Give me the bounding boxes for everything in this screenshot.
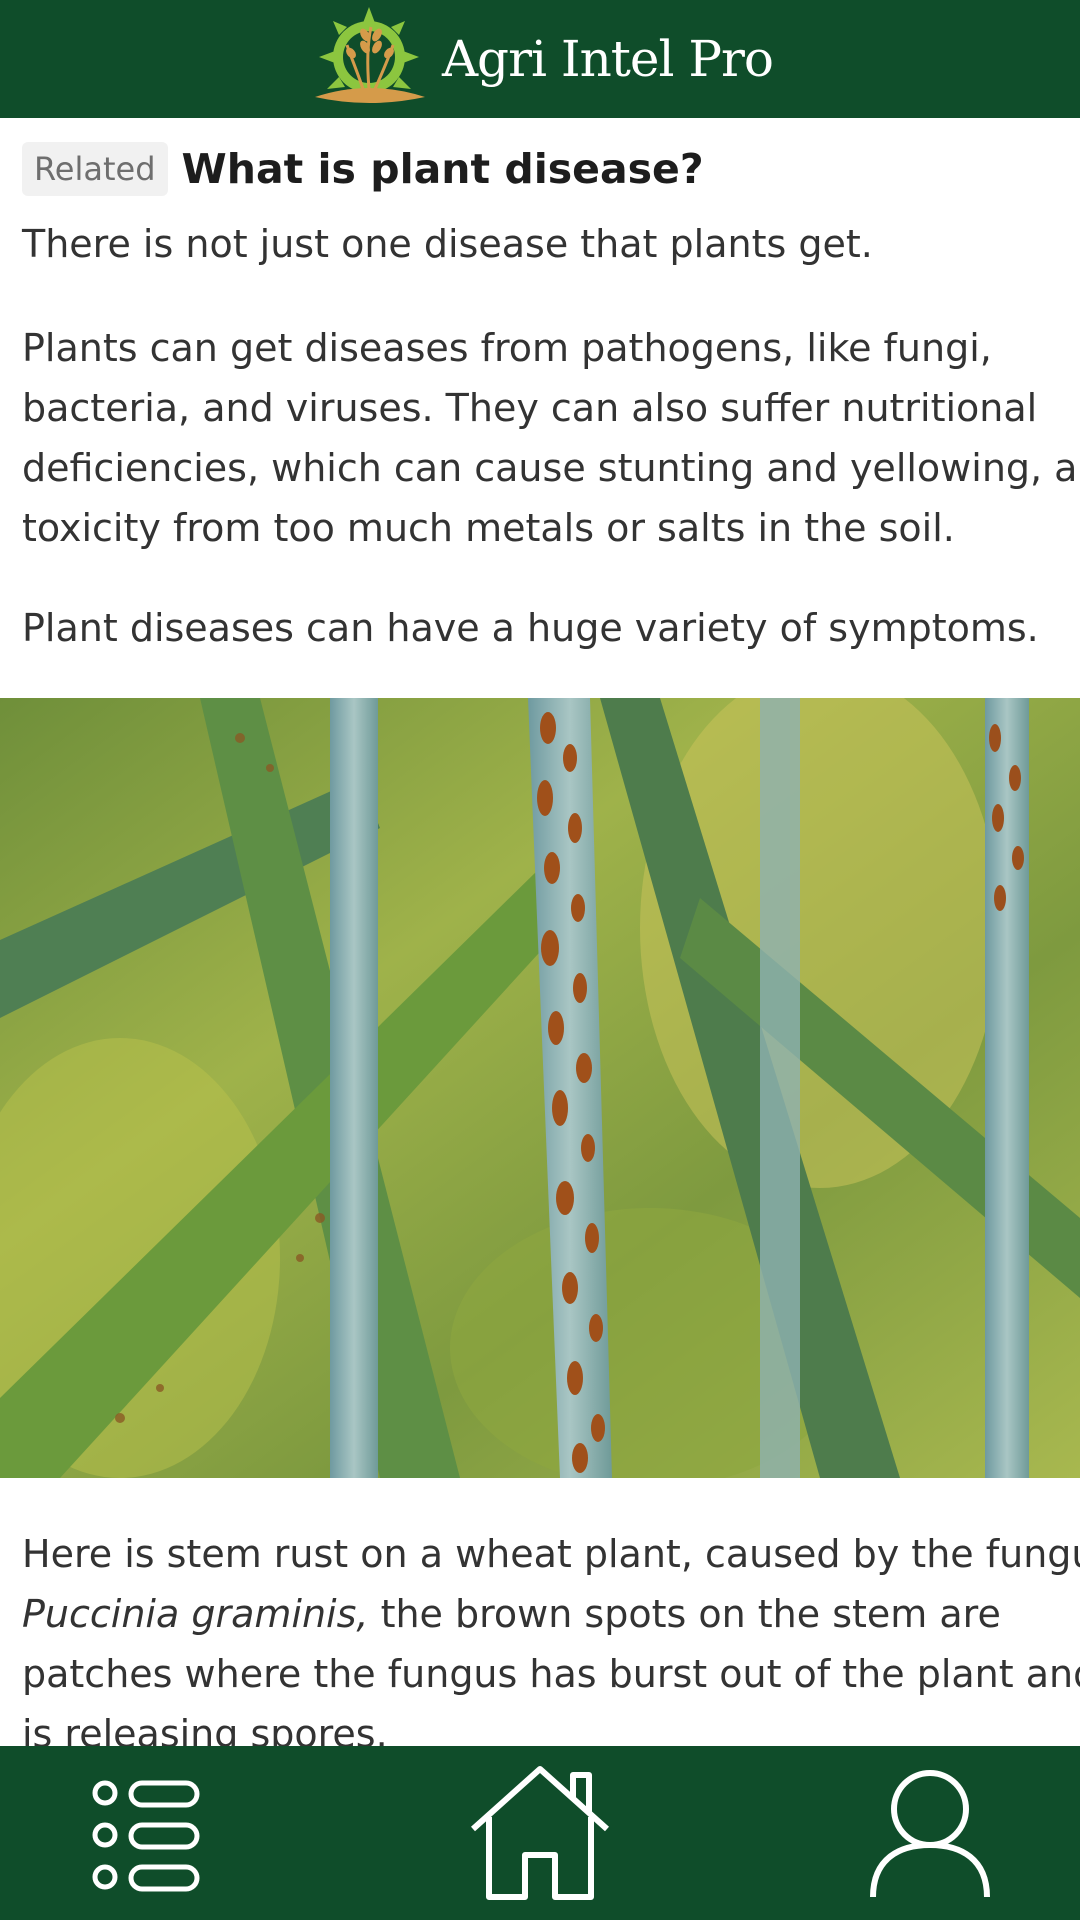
article-heading: What is plant disease? bbox=[181, 145, 704, 193]
nav-menu-button[interactable] bbox=[60, 1746, 240, 1920]
app-title: Agri Intel Pro bbox=[441, 30, 774, 88]
paragraph-causes-line: bacteria, and viruses. They can also suf… bbox=[22, 386, 1038, 430]
paragraph-causes-line: deficiencies, which can cause stunting a… bbox=[22, 446, 1080, 490]
caption-line: is releasing spores. bbox=[22, 1712, 388, 1746]
nav-profile-button[interactable] bbox=[840, 1746, 1020, 1920]
stem-rust-image bbox=[0, 698, 1080, 1478]
caption-line: the brown spots on the stem are bbox=[380, 1592, 1001, 1636]
article-content[interactable]: Related What is plant disease? There is … bbox=[0, 118, 1080, 1746]
caption-line: Here is stem rust on a wheat plant, caus… bbox=[22, 1532, 1080, 1576]
wheat-sun-logo-icon bbox=[314, 7, 425, 103]
image-caption: Here is stem rust on a wheat plant, caus… bbox=[22, 1524, 1080, 1746]
caption-line: patches where the fungus has burst out o… bbox=[22, 1652, 1080, 1696]
caption-line-species: Puccinia graminis, the brown spots on th… bbox=[22, 1584, 1080, 1644]
home-icon bbox=[470, 1766, 610, 1900]
paragraph-causes: Plants can get diseases from pathogens, … bbox=[22, 318, 1080, 558]
brand[interactable]: Agri Intel Pro bbox=[307, 5, 774, 113]
app-header: Agri Intel Pro bbox=[0, 0, 1080, 118]
paragraph-causes-line: Plants can get diseases from pathogens, … bbox=[22, 326, 992, 370]
bottom-nav bbox=[0, 1746, 1080, 1920]
related-tag[interactable]: Related bbox=[22, 142, 168, 196]
paragraph-causes-line: toxicity from too much metals or salts i… bbox=[22, 506, 955, 550]
nav-home-button[interactable] bbox=[450, 1746, 630, 1920]
paragraph-intro: There is not just one disease that plant… bbox=[22, 222, 873, 266]
list-menu-icon bbox=[92, 1780, 200, 1892]
heading-row: Related What is plant disease? bbox=[22, 142, 704, 196]
species-name: Puccinia graminis, bbox=[22, 1592, 369, 1636]
paragraph-symptoms: Plant diseases can have a huge variety o… bbox=[22, 606, 1039, 650]
wheat-stem-rust-illustration bbox=[0, 698, 1080, 1478]
user-profile-icon bbox=[870, 1770, 990, 1898]
